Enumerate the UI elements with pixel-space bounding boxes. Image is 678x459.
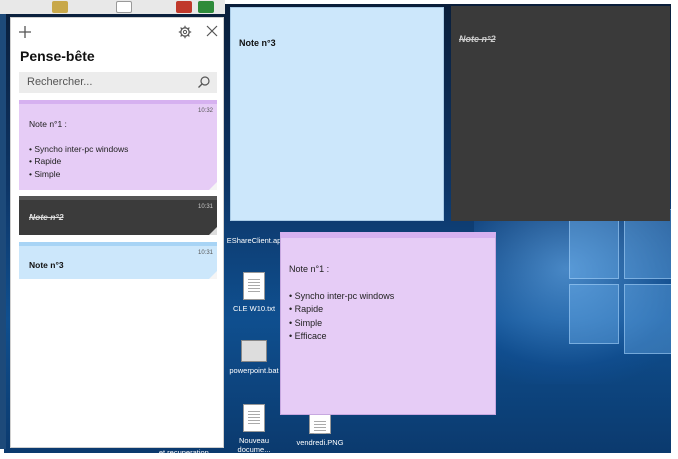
gear-icon: [178, 25, 192, 39]
desktop-icon-eshare[interactable]: EShareClient.ap: [226, 236, 282, 245]
panel-toolbar: [11, 18, 223, 48]
sticky-note-dark[interactable]: Note n°2: [451, 6, 670, 221]
panel-title: Pense-bête: [20, 48, 95, 64]
note-corner-fold: [209, 182, 217, 190]
note-title: Note n°1 :: [29, 119, 67, 129]
sticky-notes-panel: Pense-bête Rechercher... 10:32 Note n°1 …: [10, 17, 224, 448]
note-bullet: • Efficace: [289, 331, 327, 341]
note-preview: Note n°1 : • Syncho inter-pc windows • R…: [29, 118, 128, 180]
note-card-1[interactable]: 10:32 Note n°1 : • Syncho inter-pc windo…: [19, 100, 217, 190]
windows-logo-pane: [569, 284, 619, 344]
close-icon: [206, 25, 218, 37]
note-timestamp: 10:31: [197, 250, 213, 256]
desktop-icon-recuperation[interactable]: et recuperation ...: [150, 448, 226, 457]
note-bullet: • Syncho inter-pc windows: [29, 143, 129, 154]
note-timestamp: 10:32: [197, 108, 213, 114]
plus-icon: [19, 26, 31, 38]
desktop-icon-label: et recuperation ...: [158, 448, 218, 457]
note-bullet: • Rapide: [289, 304, 324, 314]
settings-button[interactable]: [177, 25, 193, 41]
search-placeholder: Rechercher...: [27, 76, 93, 88]
note-title: Note n°2: [29, 212, 64, 222]
desktop-icon-nouveau[interactable]: Nouveau docume...: [226, 404, 282, 454]
note-card-3[interactable]: 10:31 Note n°3: [19, 242, 217, 279]
note-title: Note n°2: [459, 34, 496, 44]
note-body: Note n°1 : • Syncho inter-pc windows • R…: [289, 263, 394, 344]
top-icon-strip: [0, 0, 225, 14]
note-title: Note n°3: [29, 260, 64, 270]
note-title: Note n°1 :: [289, 264, 330, 274]
note-title: Note n°3: [239, 38, 276, 48]
desktop-icon-label: Nouveau docume...: [237, 436, 271, 454]
desktop-icon-vendredi[interactable]: vendredi.PNG: [290, 414, 350, 447]
document-icon: [243, 404, 265, 432]
add-note-button[interactable]: [17, 25, 33, 41]
sticky-note-purple[interactable]: Note n°1 : • Syncho inter-pc windows • R…: [280, 232, 496, 415]
desktop-icon-powerpoint[interactable]: powerpoint.bat: [224, 340, 284, 375]
note-bullet: • Simple: [289, 317, 323, 328]
batch-file-icon: [241, 340, 267, 362]
image-file-icon: [309, 414, 331, 435]
desktop-icon-label: CLE W10.txt: [232, 304, 276, 313]
desktop-left-edge: [0, 14, 6, 449]
desktop-icon-label: powerpoint.bat: [229, 366, 279, 375]
sticky-note-blue[interactable]: Note n°3: [230, 7, 444, 221]
windows-logo-pane: [569, 219, 619, 279]
note-bullet: • Simple: [29, 168, 61, 179]
note-timestamp: 10:31: [197, 204, 213, 210]
desktop-icon-cle[interactable]: CLE W10.txt: [226, 272, 282, 313]
note-corner-fold: [209, 227, 217, 235]
desktop-icon-label: EShareClient.ap: [226, 236, 282, 245]
windows-logo-pane: [624, 284, 671, 354]
note-corner-fold: [209, 271, 217, 279]
search-icon[interactable]: [197, 75, 211, 89]
note-bullet: • Syncho inter-pc windows: [289, 290, 395, 301]
search-input[interactable]: Rechercher...: [19, 72, 217, 93]
note-card-2[interactable]: 10:31 Note n°2: [19, 196, 217, 235]
text-file-icon: [243, 272, 265, 300]
note-bullet: • Rapide: [29, 156, 62, 166]
close-button[interactable]: [204, 25, 220, 41]
desktop-icon-label: vendredi.PNG: [296, 438, 344, 447]
